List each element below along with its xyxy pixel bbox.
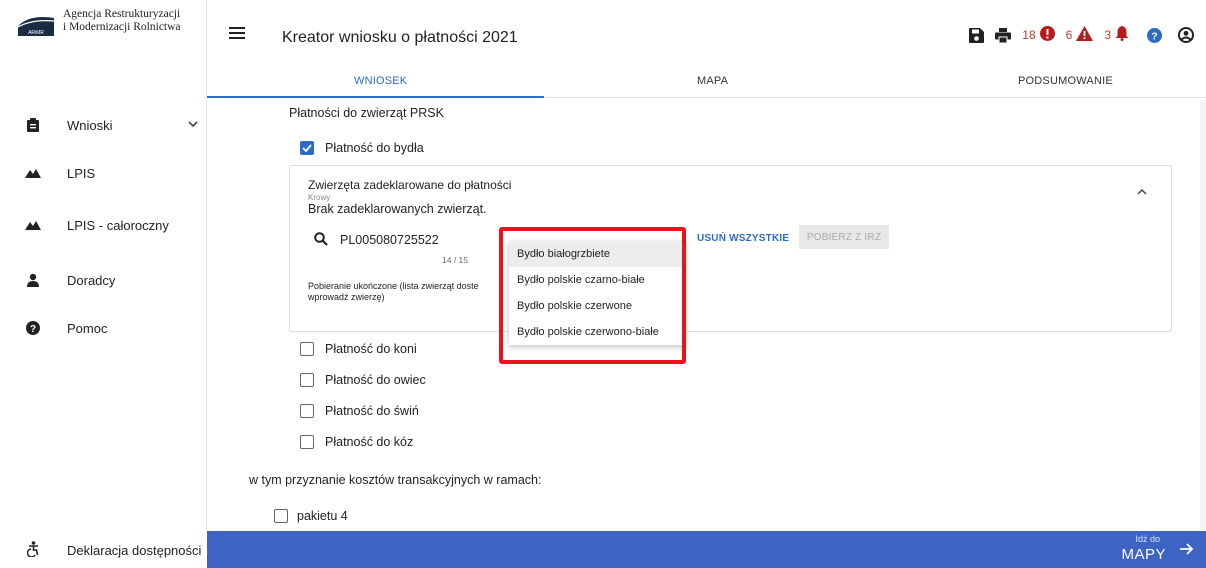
help-icon: ?: [25, 320, 41, 336]
declared-animals-panel: Zwierzęta zadeklarowane do płatności Kro…: [289, 165, 1172, 332]
annotation-highlight: [499, 227, 686, 364]
save-icon[interactable]: [969, 27, 985, 43]
accessibility-link[interactable]: Deklaracja dostępności: [0, 531, 207, 568]
search-icon: [314, 232, 328, 249]
error-icon: [1039, 26, 1055, 44]
sidebar-item-lpis-caloroczny[interactable]: LPIS - całoroczny: [0, 210, 207, 240]
header: Kreator wniosku o płatności 2021 18 6 3: [207, 0, 1206, 98]
sidebar-item-label: Pomoc: [67, 320, 108, 336]
footer-bar: Idź do MAPY: [207, 531, 1206, 568]
checkbox-label: Płatność do świń: [325, 404, 419, 418]
warnings-indicator[interactable]: 6: [1066, 26, 1094, 44]
sidebar-item-label: Wnioski: [67, 117, 113, 133]
person-icon: [25, 272, 41, 288]
logo-line-1: Agencja Restrukturyzacji: [63, 8, 181, 20]
package-4-checkbox[interactable]: pakietu 4: [274, 509, 348, 523]
warning-icon: [1076, 26, 1094, 44]
sheep-payment-checkbox[interactable]: Płatność do owiec: [300, 373, 426, 387]
section-title: Płatności do zwierząt PRSK: [289, 106, 444, 120]
empty-state-text: Brak zadeklarowanych zwierząt.: [308, 202, 487, 216]
mountain-icon: [25, 217, 41, 233]
tab-bar: WNIOSEK MAPA PODSUMOWANIE: [207, 68, 1206, 98]
checkbox-label: Płatność do bydła: [325, 141, 424, 155]
notifications-count: 3: [1104, 28, 1111, 42]
sidebar: ARiMR Agencja Restrukturyzacji i Moderni…: [0, 0, 207, 568]
fetch-irz-button[interactable]: POBIERZ Z IRZ: [799, 225, 889, 249]
scrollbar[interactable]: [1200, 100, 1206, 530]
go-to-map-button[interactable]: MAPY: [1121, 546, 1166, 563]
horses-payment-checkbox[interactable]: Płatność do koni: [300, 342, 417, 356]
errors-count: 18: [1022, 28, 1036, 42]
transaction-costs-title: w tym przyznanie kosztów transakcyjnych …: [249, 473, 542, 487]
toolbar: 18 6 3 ?: [958, 24, 1206, 46]
clipboard-icon: [25, 117, 41, 133]
checkbox-label: Płatność do kóz: [325, 435, 414, 449]
sidebar-item-doradcy[interactable]: Doradcy: [0, 265, 207, 295]
arrow-right-icon[interactable]: [1180, 542, 1194, 560]
menu-icon[interactable]: [229, 27, 245, 39]
notifications-indicator[interactable]: 3: [1104, 26, 1129, 44]
checkbox-checked-icon: [300, 141, 314, 155]
cattle-payment-checkbox[interactable]: Płatność do bydła: [300, 141, 424, 155]
panel-subtitle: Krowy: [308, 193, 331, 202]
go-to-label: Idź do: [1135, 534, 1160, 544]
chevron-up-icon[interactable]: [1137, 184, 1147, 198]
checkbox-icon: [274, 509, 288, 523]
checkbox-label: Płatność do koni: [325, 342, 417, 356]
logo[interactable]: ARiMR Agencja Restrukturyzacji i Moderni…: [17, 8, 181, 36]
accessibility-label: Deklaracja dostępności: [67, 543, 202, 558]
svg-text:?: ?: [30, 324, 36, 335]
checkbox-label: Płatność do owiec: [325, 373, 426, 387]
bell-icon: [1115, 26, 1129, 44]
active-tab-indicator: [207, 96, 544, 98]
sidebar-item-label: LPIS - całoroczny: [67, 217, 169, 233]
svg-text:?: ?: [1151, 30, 1157, 42]
remove-all-button[interactable]: USUŃ WSZYSTKIE: [697, 233, 789, 244]
main-content: Płatności do zwierząt PRSK Płatność do b…: [207, 99, 1206, 531]
accessibility-icon: [26, 541, 40, 560]
user-account-icon[interactable]: [1178, 27, 1194, 43]
arimr-logo-icon: ARiMR: [17, 10, 55, 36]
sidebar-item-lpis[interactable]: LPIS: [0, 158, 207, 188]
warnings-count: 6: [1065, 28, 1073, 42]
checkbox-icon: [300, 342, 314, 356]
pigs-payment-checkbox[interactable]: Płatność do świń: [300, 404, 419, 418]
sidebar-item-label: LPIS: [67, 165, 96, 181]
mountain-icon: [25, 165, 41, 181]
print-icon[interactable]: [995, 27, 1012, 43]
animal-search-input[interactable]: PL005080725522: [340, 233, 439, 247]
logo-badge: ARiMR: [28, 30, 44, 36]
sidebar-item-label: Doradcy: [67, 272, 116, 288]
checkbox-icon: [300, 404, 314, 418]
checkbox-icon: [300, 373, 314, 387]
goats-payment-checkbox[interactable]: Płatność do kóz: [300, 435, 413, 449]
checkbox-icon: [300, 435, 314, 449]
tab-wniosek[interactable]: WNIOSEK: [354, 75, 407, 87]
sidebar-item-pomoc[interactable]: ? Pomoc: [0, 313, 207, 343]
panel-title: Zwierzęta zadeklarowane do płatności: [308, 178, 512, 192]
sidebar-item-wnioski[interactable]: Wnioski: [0, 110, 207, 140]
status-text: Pobieranie ukończone (lista zwierząt dos…: [308, 281, 479, 302]
tab-podsumowanie[interactable]: PODSUMOWANIE: [1018, 75, 1113, 87]
logo-line-2: i Modernizacji Rolnictwa: [63, 21, 181, 33]
help-icon[interactable]: ?: [1147, 27, 1162, 43]
checkbox-label: pakietu 4: [297, 509, 348, 523]
errors-indicator[interactable]: 18: [1022, 26, 1055, 44]
tab-mapa[interactable]: MAPA: [697, 75, 728, 87]
page-title: Kreator wniosku o płatności 2021: [282, 29, 518, 46]
chevron-down-icon[interactable]: [188, 119, 198, 131]
character-counter: 14 / 15: [442, 255, 468, 265]
